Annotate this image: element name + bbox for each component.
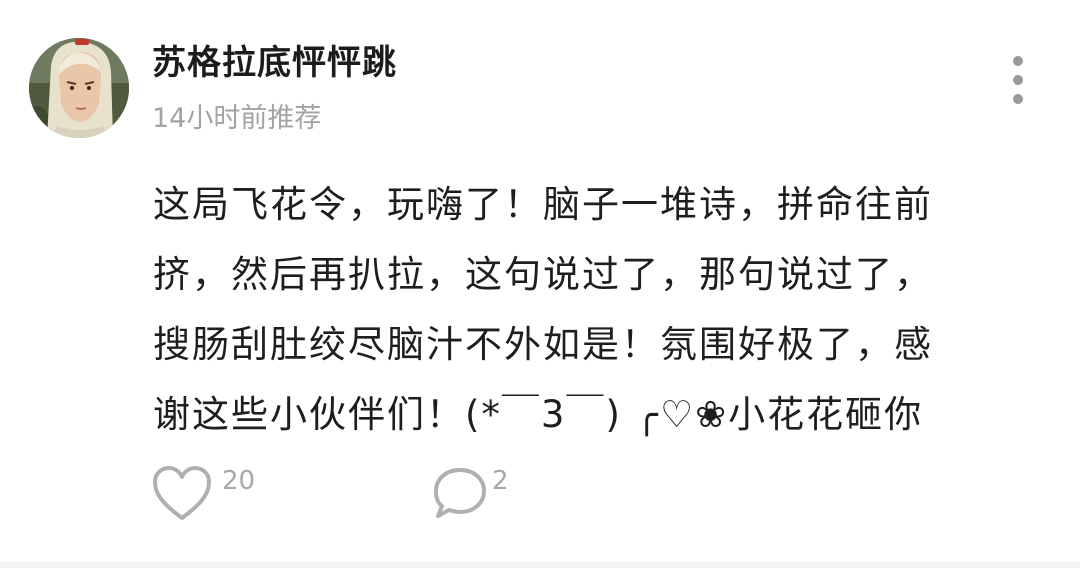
post-line: 搜肠刮肚绞尽脑汁不外如是！氛围好极了，感 [153, 323, 933, 366]
post-body: 这局飞花令，玩嗨了！脑子一堆诗，拼命往前 挤，然后再扒拉，这句说过了，那句说过了… [153, 170, 1033, 450]
avatar-portrait [29, 38, 129, 138]
comment-button[interactable]: 2 [430, 460, 550, 530]
author-name[interactable]: 苏格拉底怦怦跳 [152, 40, 397, 86]
post-line: 谢这些小伙伴们！(*￣3￣) ╭♡❀小花花砸你 [153, 393, 924, 436]
like-button[interactable]: 20 [150, 460, 290, 530]
chat-bubble-icon [434, 468, 486, 518]
post-line: 这局飞花令，玩嗨了！脑子一堆诗，拼命往前 [153, 183, 933, 226]
post-timestamp: 14小时前推荐 [152, 103, 322, 134]
more-options-button[interactable] [1000, 52, 1036, 108]
more-vertical-icon [1013, 56, 1023, 66]
action-bar: 20 2 [150, 460, 750, 530]
divider [0, 562, 1080, 568]
post-line: 挤，然后再扒拉，这句说过了，那句说过了， [153, 253, 933, 296]
heart-outline-icon [153, 466, 211, 520]
post-card: 苏格拉底怦怦跳 14小时前推荐 这局飞花令，玩嗨了！脑子一堆诗，拼命往前 挤，然… [0, 0, 1080, 568]
comment-count: 2 [492, 466, 509, 496]
like-count: 20 [222, 466, 256, 496]
avatar[interactable] [29, 38, 129, 138]
